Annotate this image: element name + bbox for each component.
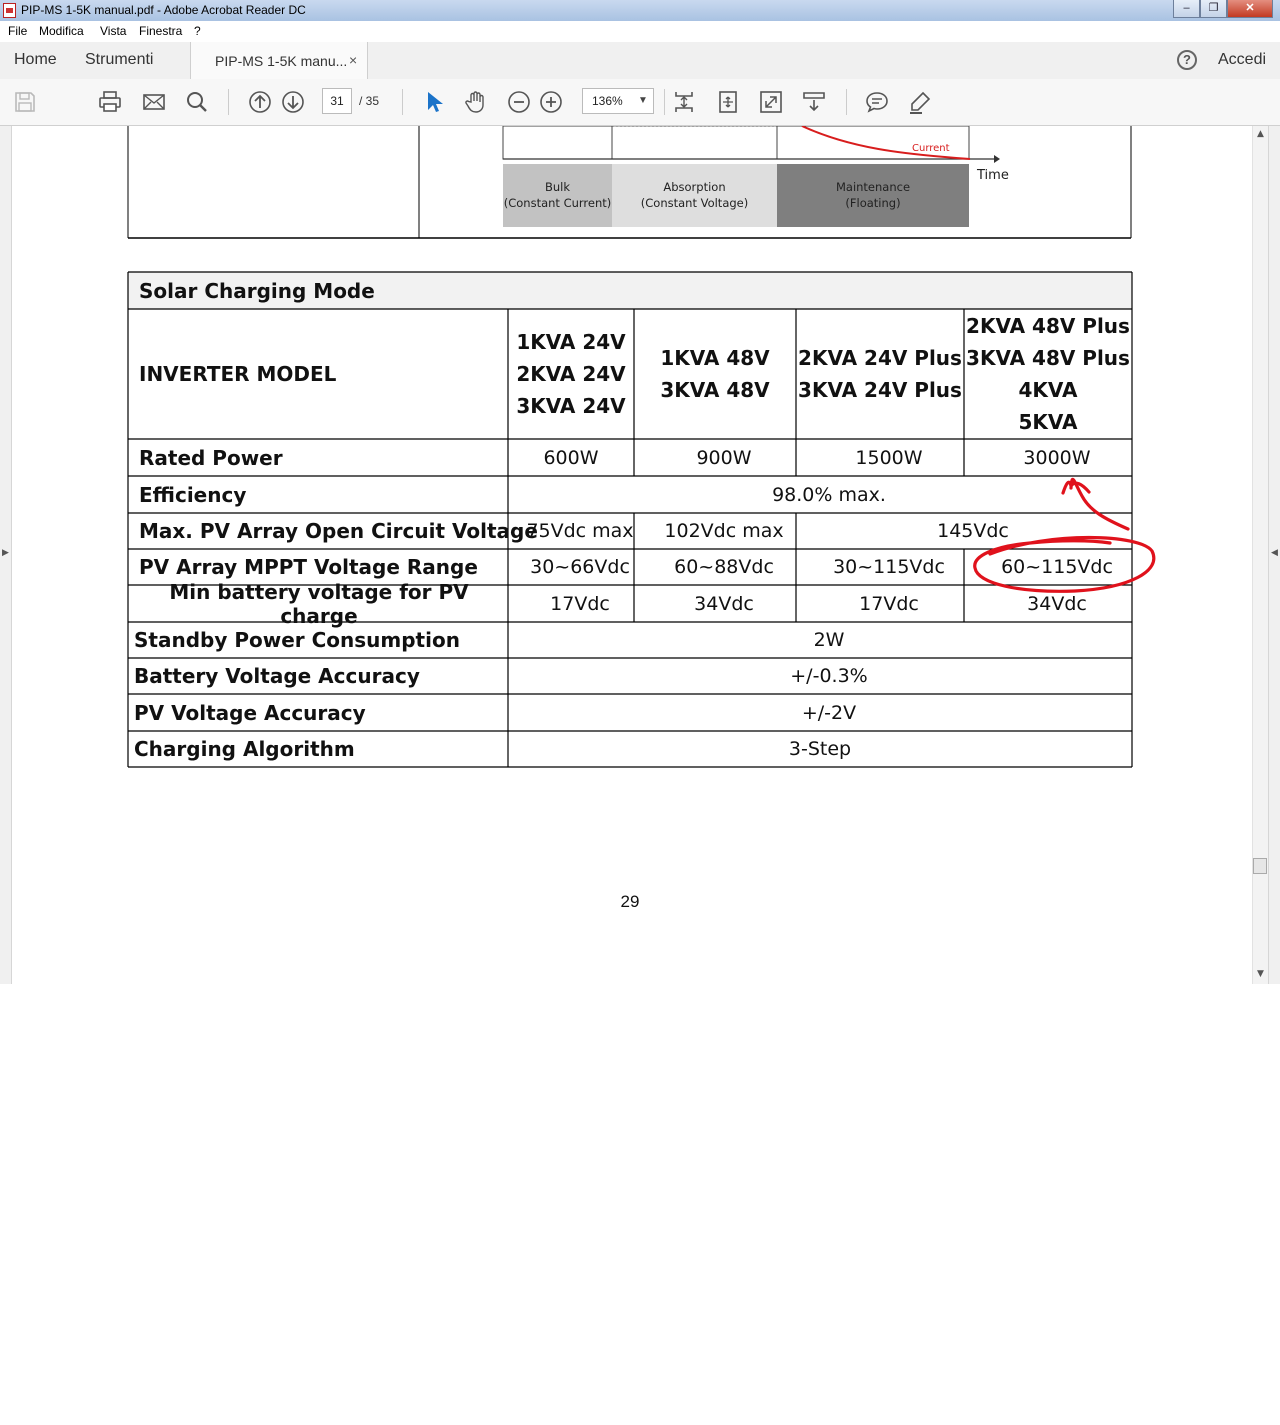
fit-page-icon[interactable] bbox=[672, 90, 696, 114]
menu-bar: File Modifica Vista Finestra ? bbox=[0, 21, 1280, 43]
highlight-pen-icon[interactable] bbox=[908, 90, 932, 114]
save-icon[interactable] bbox=[13, 90, 37, 114]
page-number-input[interactable]: 31 bbox=[322, 88, 352, 114]
highlight-circle bbox=[973, 535, 1156, 593]
toolbar-separator bbox=[664, 89, 665, 115]
maximize-button[interactable]: ❐ bbox=[1200, 0, 1227, 18]
document-tab-label: PIP-MS 1-5K manu... bbox=[215, 53, 348, 69]
help-icon[interactable]: ? bbox=[1177, 50, 1197, 70]
expand-right-panel-icon[interactable]: ◀ bbox=[1271, 548, 1278, 558]
window-titlebar: PIP-MS 1-5K manual.pdf - Adobe Acrobat R… bbox=[0, 0, 1280, 21]
acrobat-app-icon bbox=[3, 3, 16, 18]
hand-tool-icon[interactable] bbox=[464, 90, 488, 114]
toolbar: 31 / 35 136% ▼ bbox=[0, 79, 1280, 126]
toolbar-separator bbox=[228, 89, 229, 115]
empty-area bbox=[0, 984, 1280, 1425]
zoom-level-select[interactable]: 136% ▼ bbox=[582, 88, 654, 114]
tab-home[interactable]: Home bbox=[14, 51, 57, 69]
comment-icon[interactable] bbox=[865, 90, 889, 114]
tab-document[interactable]: PIP-MS 1-5K manu... × bbox=[190, 42, 368, 79]
page-total: / 35 bbox=[359, 94, 380, 108]
previous-page-icon[interactable] bbox=[248, 90, 272, 114]
close-tab-icon[interactable]: × bbox=[349, 52, 357, 68]
full-screen-icon[interactable] bbox=[759, 90, 783, 114]
chevron-down-icon: ▼ bbox=[638, 95, 648, 106]
email-icon[interactable] bbox=[142, 90, 166, 114]
print-icon[interactable] bbox=[98, 90, 122, 114]
menu-view[interactable]: Vista bbox=[100, 24, 126, 38]
rotate-view-icon[interactable] bbox=[716, 90, 740, 114]
scrollbar-thumb[interactable] bbox=[1253, 858, 1267, 874]
search-icon[interactable] bbox=[185, 90, 209, 114]
window-title: PIP-MS 1-5K manual.pdf - Adobe Acrobat R… bbox=[21, 3, 306, 17]
zoom-in-icon[interactable] bbox=[539, 90, 563, 114]
zoom-out-icon[interactable] bbox=[507, 90, 531, 114]
scroll-down-icon[interactable]: ▼ bbox=[1257, 969, 1264, 979]
scroll-up-icon[interactable]: ▲ bbox=[1257, 129, 1264, 139]
red-annotation bbox=[973, 477, 1156, 593]
toolbar-separator bbox=[402, 89, 403, 115]
select-tool-icon[interactable] bbox=[422, 90, 446, 114]
document-viewer: ▶ ▲ ▼ ◀ Current Time Bulk (Constant Curr… bbox=[0, 126, 1280, 984]
highlight-arrow bbox=[1061, 477, 1130, 531]
menu-edit[interactable]: Modifica bbox=[39, 24, 84, 38]
menu-file[interactable]: File bbox=[8, 24, 27, 38]
menu-help[interactable]: ? bbox=[194, 24, 201, 38]
tab-bar: Home Strumenti PIP-MS 1-5K manu... × ? A… bbox=[0, 42, 1280, 80]
menu-window[interactable]: Finestra bbox=[139, 24, 182, 38]
sign-in-link[interactable]: Accedi bbox=[1218, 51, 1266, 69]
tab-tools[interactable]: Strumenti bbox=[85, 51, 153, 69]
next-page-icon[interactable] bbox=[281, 90, 305, 114]
vertical-scrollbar[interactable]: ▲ ▼ bbox=[1252, 126, 1268, 984]
zoom-level-value: 136% bbox=[592, 94, 623, 108]
close-window-button[interactable]: ✕ bbox=[1227, 0, 1273, 18]
toolbar-separator bbox=[846, 89, 847, 115]
right-panel-toggle[interactable]: ◀ bbox=[1268, 126, 1280, 984]
scroll-mode-icon[interactable] bbox=[802, 90, 826, 114]
page-number-label: 29 bbox=[620, 892, 640, 911]
minimize-button[interactable]: – bbox=[1173, 0, 1200, 18]
